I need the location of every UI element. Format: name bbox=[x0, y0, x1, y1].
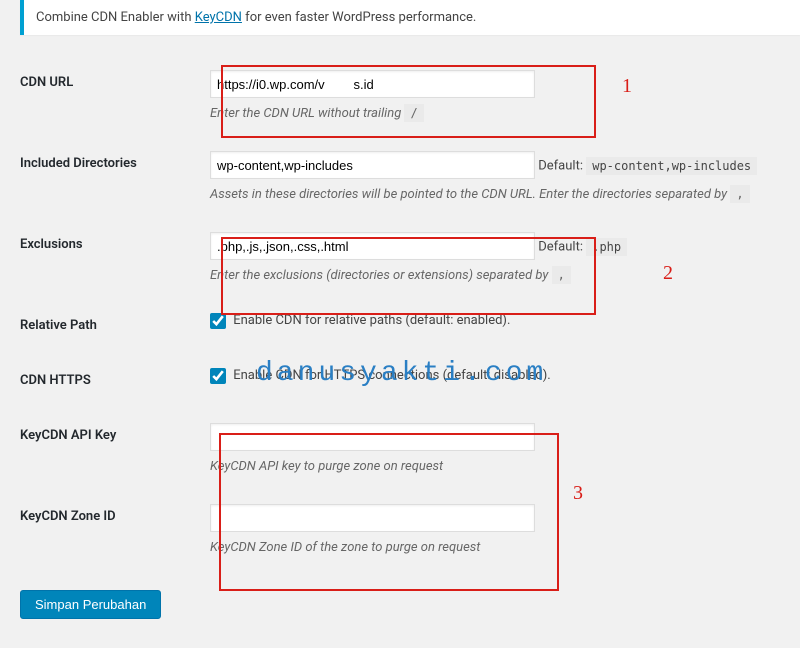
code-comma-excl: , bbox=[552, 266, 571, 284]
api-key-desc: KeyCDN API key to purge zone on request bbox=[210, 459, 790, 474]
default-label: Default: bbox=[538, 159, 586, 174]
notice-text-suffix: for even faster WordPress performance. bbox=[242, 10, 476, 25]
cdn-https-checkbox-label: Enable CDN for HTTPS connections (defaul… bbox=[233, 368, 550, 383]
exclusions-input[interactable] bbox=[210, 232, 535, 260]
notice-link-keycdn[interactable]: KeyCDN bbox=[195, 10, 242, 25]
zone-id-input[interactable] bbox=[210, 504, 535, 532]
cdn-https-row[interactable]: Enable CDN for HTTPS connections (defaul… bbox=[210, 368, 551, 383]
cdn-url-label: CDN URL bbox=[0, 55, 200, 136]
relative-path-label: Relative Path bbox=[0, 298, 200, 353]
cdn-https-label: CDN HTTPS bbox=[0, 353, 200, 408]
relative-path-checkbox[interactable] bbox=[210, 313, 226, 329]
relative-path-checkbox-label: Enable CDN for relative paths (default: … bbox=[233, 313, 510, 328]
cdn-https-checkbox[interactable] bbox=[210, 368, 226, 384]
cdn-url-input[interactable] bbox=[210, 70, 535, 98]
exclusions-desc: Enter the exclusions (directories or ext… bbox=[210, 268, 790, 283]
code-slash: / bbox=[404, 104, 423, 122]
default-excl-code: .php bbox=[586, 238, 627, 256]
zone-id-desc: KeyCDN Zone ID of the zone to purge on r… bbox=[210, 540, 790, 555]
notice-text-prefix: Combine CDN Enabler with bbox=[36, 10, 195, 25]
included-dirs-label: Included Directories bbox=[0, 136, 200, 217]
included-dirs-desc: Assets in these directories will be poin… bbox=[210, 187, 790, 202]
included-dirs-input[interactable] bbox=[210, 151, 535, 179]
code-comma: , bbox=[730, 185, 749, 203]
zone-id-label: KeyCDN Zone ID bbox=[0, 489, 200, 570]
default-includes-code: wp-content,wp-includes bbox=[586, 157, 757, 175]
save-button[interactable]: Simpan Perubahan bbox=[20, 590, 161, 619]
api-key-label: KeyCDN API Key bbox=[0, 408, 200, 489]
cdn-url-desc: Enter the CDN URL without trailing / bbox=[210, 106, 790, 121]
exclusions-label: Exclusions bbox=[0, 217, 200, 298]
relative-path-row[interactable]: Enable CDN for relative paths (default: … bbox=[210, 313, 510, 328]
default-label-excl: Default: bbox=[538, 240, 586, 255]
api-key-input[interactable] bbox=[210, 423, 535, 451]
settings-table: CDN URL Enter the CDN URL without traili… bbox=[0, 55, 800, 570]
notice-banner: Combine CDN Enabler with KeyCDN for even… bbox=[20, 0, 800, 35]
